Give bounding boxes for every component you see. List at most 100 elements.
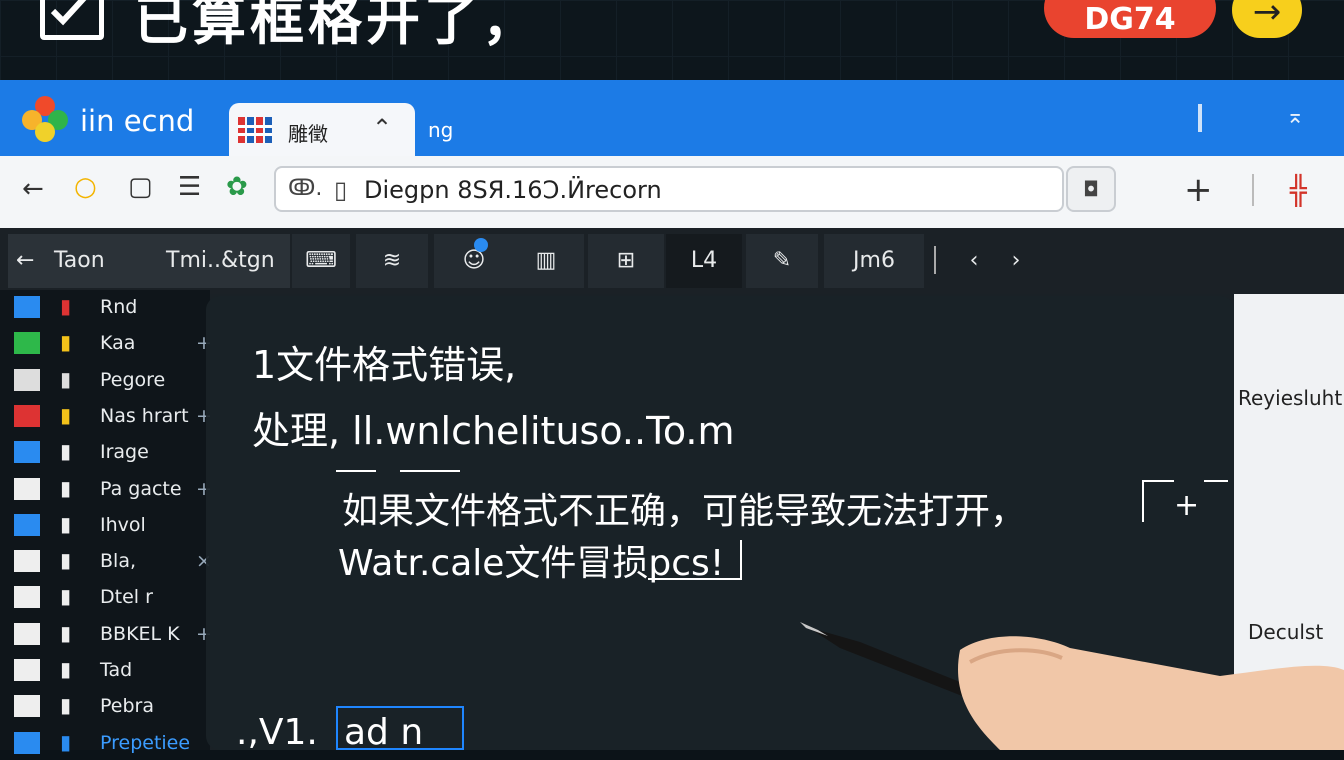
sidebar-file-icon: ▮ — [60, 548, 72, 573]
app-name: iin ecnd — [80, 104, 195, 138]
sidebar-item[interactable]: ▮ Pegore — [0, 363, 240, 397]
checkbox-icon — [40, 0, 104, 40]
sidebar-file-icon: ▮ — [60, 693, 72, 718]
sidebar-file-icon: ▮ — [60, 511, 72, 536]
sidebar-file-icon: ▮ — [60, 330, 72, 355]
window-divider — [1198, 104, 1202, 132]
chevron-right-icon[interactable]: › — [996, 234, 1036, 288]
sidebar-file-icon: ▮ — [60, 366, 72, 391]
sidebar-file-icon: ▮ — [60, 584, 72, 609]
frame-corner — [648, 540, 742, 580]
bottom-input-text: ad n — [344, 712, 424, 753]
sidebar-file-icon: ▮ — [60, 657, 72, 681]
sidebar-file-icon: ▮ — [60, 439, 72, 464]
sidebar-item-icon — [14, 731, 40, 754]
sidebar-item-icon — [14, 368, 40, 391]
sidebar-item-label: Bla, — [100, 550, 136, 573]
sidebar-item[interactable]: ▮ Prepetiee — [0, 726, 240, 760]
sidebar-item-label: Pegore — [100, 368, 166, 391]
right-pane-label: Reyiesluht — [1238, 386, 1343, 410]
sidebar-file-icon: ▮ — [60, 402, 72, 427]
sidebar-item-icon — [14, 586, 40, 609]
sidebar-item[interactable]: ▮ Rnd — [0, 290, 240, 324]
frame-corner — [1142, 480, 1174, 522]
window-menu-icon[interactable]: ⌅ — [1286, 104, 1304, 129]
sidebar-item[interactable]: ▮Pa gacte+ ▪ — [0, 472, 240, 506]
back-icon[interactable]: ← — [22, 174, 44, 204]
sidebar-item-label: Ihvol — [100, 513, 146, 536]
spreadsheet-icon — [238, 117, 272, 143]
dialog-message: 如果文件格式不正确，可能导致无法打开， — [342, 491, 1027, 532]
badge-button[interactable]: DG74 — [1044, 0, 1216, 38]
sidebar-item-icon — [14, 659, 40, 681]
pen-icon[interactable]: ✎ — [746, 234, 818, 288]
sidebar-item[interactable]: ▮Bla, × ▪ — [0, 544, 240, 578]
jm6-button[interactable]: Jm6 — [824, 234, 924, 288]
hand-with-pen-image — [800, 622, 1344, 750]
sidebar-item-label: Rnd — [100, 296, 138, 318]
sidebar-item[interactable]: ▮ Ihvol — [0, 508, 240, 542]
back-arrow-icon: ← — [16, 248, 35, 273]
sidebar-item[interactable]: ▮ Pebra — [0, 689, 240, 723]
back-button[interactable]: ← Taon Tmi..&tgn — [8, 234, 290, 288]
frame-line — [400, 470, 460, 472]
search-icon[interactable]: ○ — [74, 172, 97, 202]
sidebar-item-label: Nas hrart — [100, 404, 189, 427]
extension-icon[interactable]: ✿ — [226, 172, 248, 202]
sidebar-file-icon: ▮ — [60, 475, 72, 500]
sidebar-item[interactable]: ▮Nas hrart+ ▪ — [0, 399, 240, 433]
sidebar-item[interactable]: ▮Kaa+ ▪ — [0, 326, 240, 360]
sidebar-item-icon — [14, 296, 40, 318]
reload-icon[interactable]: ↂ. — [288, 176, 322, 201]
sidebar-item-icon — [14, 332, 40, 355]
sidebar-item-icon — [14, 550, 40, 573]
table-icon[interactable]: ⊞ — [588, 234, 664, 288]
sidebar-file-icon: ▮ — [60, 294, 72, 318]
toolbar-divider — [1252, 174, 1254, 206]
chevron-left-icon[interactable]: ‹ — [954, 234, 994, 288]
sidebar-item-label: Prepetiee — [100, 731, 191, 754]
chat-icon[interactable]: ⌨ — [292, 234, 350, 288]
sidebar-item-label: Dtel r — [100, 586, 153, 609]
sidebar-item-label: BBKEL K — [100, 622, 180, 645]
frame-line — [1204, 480, 1228, 482]
page-icon[interactable]: ▢ — [128, 172, 153, 202]
sidebar-item-icon — [14, 513, 40, 536]
url-text: Diegpn 8SЯ.16Ͻ.Ӥrecorn — [364, 176, 662, 204]
bottom-text: .,V1. — [236, 712, 318, 753]
sidebar-item-icon — [14, 477, 40, 500]
sidebar-item[interactable]: ▮ Irage — [0, 435, 240, 469]
cursor-icon: ▯ — [334, 176, 348, 204]
sidebar-item-label: Pa gacte — [100, 477, 182, 500]
tab-inactive[interactable]: ng — [428, 118, 453, 142]
sidebar-item[interactable]: ▮ Tad — [0, 653, 240, 687]
bank-icon[interactable]: ▥ — [508, 234, 584, 288]
sidebar-item-icon — [14, 695, 40, 718]
sidebar-item-label: Irage — [100, 441, 149, 464]
text-format-icon[interactable]: ≋ — [356, 234, 428, 288]
sidebar-item-label: Kaa — [100, 332, 136, 355]
sidebar-item[interactable]: ▮BBKEL K+ ▪ — [0, 617, 240, 651]
settings-icon[interactable]: ╬ — [1290, 174, 1307, 207]
banner-title: 已算框格开了， — [134, 0, 540, 52]
sidebar-item-label: Tad — [100, 659, 133, 681]
sidebar-file-icon: ▮ — [60, 620, 72, 645]
app-logo-icon — [22, 96, 68, 142]
dialog-heading: 1文件格式错误, — [252, 343, 517, 387]
chevron-up-icon[interactable]: ⌃ — [372, 114, 392, 142]
plus-icon: + — [1174, 488, 1200, 523]
toolbar-separator — [934, 246, 936, 274]
title-bar — [0, 80, 1344, 156]
sidebar-item-icon — [14, 404, 40, 427]
sidebar-item-label: Pebra — [100, 695, 154, 718]
back-label-secondary: Tmi..&tgn — [166, 248, 275, 273]
sidebar-item-icon — [14, 441, 40, 464]
tab-label: 雕徵 — [288, 122, 328, 146]
list-icon[interactable]: ☰ — [178, 172, 201, 202]
new-tab-icon[interactable]: + — [1184, 170, 1213, 210]
people-icon[interactable]: ☺ — [434, 234, 514, 288]
l4-button[interactable]: L4 — [666, 234, 742, 288]
screenshot-icon[interactable]: ◘ — [1066, 166, 1116, 212]
sidebar-item[interactable]: ▮ Dtel r — [0, 580, 240, 614]
dialog-subheading: 处理, ll.wnlchelituso..To.m — [252, 409, 735, 453]
